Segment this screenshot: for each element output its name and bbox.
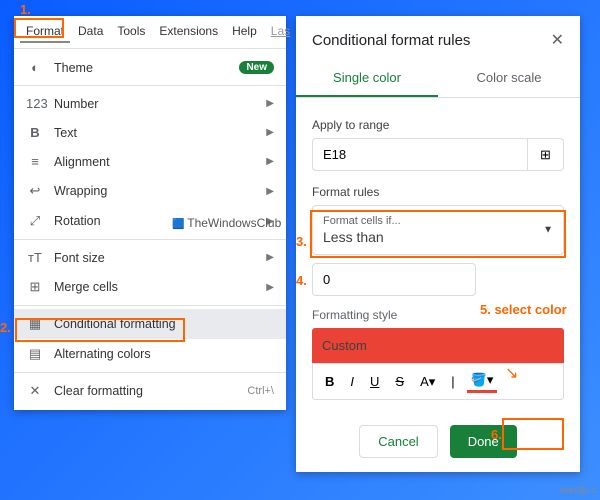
chevron-right-icon: ▶ [266, 186, 274, 197]
wrapping-label: Wrapping [54, 184, 256, 198]
menu-item-alternating-colors[interactable]: ▤ Alternating colors [14, 339, 286, 369]
menu-item-fontsize[interactable]: ᴛT Font size ▶ [14, 243, 286, 272]
close-icon[interactable]: ✕ [551, 30, 564, 50]
fill-color-button[interactable]: 🪣▾ [467, 370, 498, 393]
menu-item-number[interactable]: 123 Number ▶ [14, 89, 286, 118]
annotation-1: 1. [20, 2, 31, 17]
sidebar-header: Conditional format rules ✕ [296, 16, 580, 60]
new-badge: New [239, 61, 274, 74]
number-icon: 123 [26, 96, 44, 111]
clear-shortcut: Ctrl+\ [247, 385, 274, 397]
chevron-right-icon: ▶ [266, 156, 274, 167]
theme-icon: ◐ [26, 60, 44, 75]
sidebar-tabs: Single color Color scale [296, 60, 580, 98]
condition-caption: Format cells if... [323, 215, 553, 227]
sidebar-title: Conditional format rules [312, 32, 470, 49]
range-input[interactable] [312, 138, 528, 171]
tab-color-scale[interactable]: Color scale [438, 60, 580, 97]
chevron-right-icon: ▶ [266, 127, 274, 138]
menu-item-theme[interactable]: ◐ Theme New [14, 53, 286, 82]
menu-item-wrapping[interactable]: ↩ Wrapping ▶ [14, 176, 286, 206]
menu-format[interactable]: Format [20, 21, 70, 43]
merge-icon: ⊞ [26, 279, 44, 295]
align-icon: ≡ [26, 154, 44, 169]
condfmt-label: Conditional formatting [54, 317, 274, 331]
wrap-icon: ↩ [26, 183, 44, 199]
condfmt-icon: ▦ [26, 316, 44, 332]
separator [14, 372, 286, 373]
threshold-input[interactable] [312, 263, 476, 296]
menu-last-edit[interactable]: Las [265, 21, 296, 43]
annotation-5: 5. select color [480, 302, 567, 317]
text-color-button[interactable]: A▾ [416, 372, 439, 392]
chevron-down-icon: ▼ [543, 225, 553, 236]
annotation-4: 4. [296, 273, 307, 288]
separator [14, 85, 286, 86]
underline-button[interactable]: U [366, 372, 383, 391]
style-preview: Custom [312, 328, 564, 363]
menu-item-merge[interactable]: ⊞ Merge cells ▶ [14, 272, 286, 302]
cancel-button[interactable]: Cancel [359, 425, 437, 458]
grid-icon: ⊞ [540, 147, 551, 163]
clear-label: Clear formatting [54, 384, 237, 398]
strikethrough-button[interactable]: S [391, 372, 408, 391]
menu-help[interactable]: Help [226, 21, 263, 43]
chevron-right-icon: ▶ [266, 98, 274, 109]
condition-value: Less than [323, 229, 553, 245]
altcolors-label: Alternating colors [54, 347, 274, 361]
chevron-right-icon: ▶ [266, 282, 274, 293]
bold-icon: B [26, 125, 44, 140]
separator [14, 305, 286, 306]
sidebar-footer: Cancel Done [296, 411, 580, 472]
menubar: Format Data Tools Extensions Help Las [14, 16, 286, 49]
range-picker-button[interactable]: ⊞ [528, 138, 564, 171]
conditional-format-sidebar: Conditional format rules ✕ Single color … [296, 16, 580, 472]
text-label: Text [54, 126, 256, 140]
separator [14, 239, 286, 240]
menu-data[interactable]: Data [72, 21, 109, 43]
format-menu-panel: Format Data Tools Extensions Help Las ◐ … [14, 16, 286, 410]
done-button[interactable]: Done [450, 425, 517, 458]
fontsize-label: Font size [54, 251, 256, 265]
theme-label: Theme [54, 61, 229, 75]
annotation-6: 6. [491, 427, 502, 442]
style-toolbar: B I U S A▾ | 🪣▾ [312, 363, 564, 400]
clear-icon: ✕ [26, 383, 44, 399]
apply-range-label: Apply to range [312, 118, 564, 132]
menu-tools[interactable]: Tools [111, 21, 151, 43]
menu-item-alignment[interactable]: ≡ Alignment ▶ [14, 147, 286, 176]
range-row: ⊞ [312, 138, 564, 171]
annotation-arrow: ↘ [505, 363, 518, 383]
watermark-twc: TheWindowsClub [172, 216, 281, 230]
format-rules-label: Format rules [312, 185, 564, 199]
tab-single-color[interactable]: Single color [296, 60, 438, 97]
bold-button[interactable]: B [321, 372, 338, 391]
italic-button[interactable]: I [346, 372, 358, 391]
altcolors-icon: ▤ [26, 346, 44, 362]
annotation-2: 2. [0, 320, 11, 335]
number-label: Number [54, 97, 256, 111]
fontsize-icon: ᴛT [26, 250, 44, 265]
menu-item-clear-formatting[interactable]: ✕ Clear formatting Ctrl+\ [14, 376, 286, 406]
merge-label: Merge cells [54, 280, 256, 294]
annotation-3: 3. [296, 234, 307, 249]
chevron-right-icon: ▶ [266, 252, 274, 263]
rotation-icon: ⤢ [26, 213, 44, 229]
sidebar-body: Apply to range ⊞ Format rules Format cel… [296, 98, 580, 411]
condition-dropdown[interactable]: Format cells if... Less than ▼ [312, 205, 564, 255]
menu-item-text[interactable]: B Text ▶ [14, 118, 286, 147]
watermark-waxdp: waxdp.c [559, 485, 596, 496]
menu-item-conditional-formatting[interactable]: ▦ Conditional formatting [14, 309, 286, 339]
alignment-label: Alignment [54, 155, 256, 169]
menu-extensions[interactable]: Extensions [153, 21, 224, 43]
